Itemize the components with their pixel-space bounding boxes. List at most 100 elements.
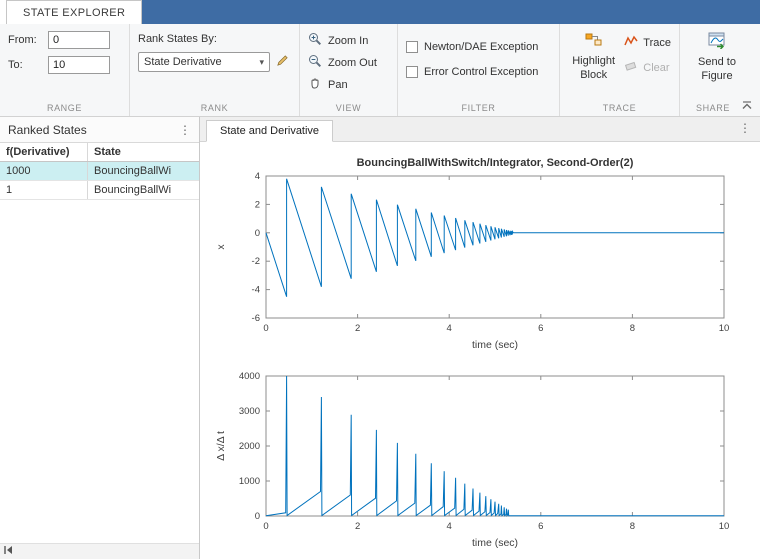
ranked-states-title: Ranked States (8, 123, 87, 137)
share-caption: SHARE (688, 101, 738, 114)
error-control-checkbox[interactable] (406, 66, 418, 78)
x-axis-label: time (sec) (472, 537, 518, 549)
state-explorer-app: STATE EXPLORER From: To: RANGE Rank Stat… (0, 0, 760, 559)
ranked-states-panel: Ranked States ⋮ f(Derivative) State 1000… (0, 117, 200, 559)
cell-state: BouncingBallWi (88, 181, 199, 199)
svg-text:0: 0 (255, 228, 260, 239)
svg-text:8: 8 (630, 521, 635, 532)
state-and-derivative-panel: State and Derivative ⋮ 0246810-6-4-2024B… (200, 117, 760, 559)
svg-text:6: 6 (538, 521, 543, 532)
zoom-out-button[interactable]: Zoom Out (308, 53, 389, 72)
cell-derivative: 1000 (0, 162, 88, 180)
ranked-states-menu-icon[interactable]: ⋮ (179, 123, 191, 137)
chevron-down-icon: ▾ (259, 57, 264, 68)
clear-label: Clear (643, 62, 669, 74)
chart-title: BouncingBallWithSwitch/Integrator, Secon… (357, 157, 634, 169)
highlight-block-icon (585, 32, 603, 51)
newton-dae-label: Newton/DAE Exception (424, 41, 538, 53)
edit-rank-icon[interactable] (276, 54, 289, 70)
trace-label: Trace (643, 37, 671, 49)
ranked-states-empty-area (0, 200, 199, 543)
pan-label: Pan (328, 79, 348, 91)
section-rank: Rank States By: State Derivative ▾ RANK (130, 24, 300, 116)
table-row[interactable]: 1 BouncingBallWi (0, 181, 199, 200)
state-chart[interactable]: 0246810-6-4-2024BouncingBallWithSwitch/I… (208, 146, 744, 358)
collapse-panel-icon[interactable] (3, 545, 13, 558)
from-label: From: (8, 34, 44, 46)
tab-state-and-derivative[interactable]: State and Derivative (206, 120, 333, 142)
figure-area: 0246810-6-4-2024BouncingBallWithSwitch/I… (200, 142, 760, 559)
error-control-checkbox-row[interactable]: Error Control Exception (406, 63, 551, 81)
ranked-states-table-header: f(Derivative) State (0, 143, 199, 162)
cell-state: BouncingBallWi (88, 162, 199, 180)
section-range: From: To: RANGE (0, 24, 130, 116)
svg-text:0: 0 (263, 521, 268, 532)
axes-box (266, 176, 724, 318)
ranked-states-bottom-bar (0, 543, 199, 559)
svg-text:4: 4 (447, 323, 452, 334)
section-trace: Highlight Block Trace (560, 24, 680, 116)
svg-text:-2: -2 (252, 256, 260, 267)
pan-button[interactable]: Pan (308, 75, 389, 94)
send-to-figure-icon (707, 32, 727, 52)
column-header-state[interactable]: State (88, 143, 199, 161)
ribbon-toolstrip: From: To: RANGE Rank States By: State De… (0, 24, 760, 117)
svg-text:2: 2 (255, 199, 260, 210)
svg-text:3000: 3000 (239, 406, 260, 417)
zoom-out-label: Zoom Out (328, 57, 377, 69)
newton-dae-checkbox[interactable] (406, 41, 418, 53)
svg-text:6: 6 (538, 323, 543, 334)
svg-text:0: 0 (255, 511, 260, 522)
zoom-in-label: Zoom In (328, 35, 368, 47)
table-row[interactable]: 1000 BouncingBallWi (0, 162, 199, 181)
clear-eraser-icon (624, 60, 638, 75)
trace-icon (624, 35, 638, 50)
newton-dae-checkbox-row[interactable]: Newton/DAE Exception (406, 38, 551, 56)
view-caption: VIEW (308, 101, 389, 114)
range-caption: RANGE (8, 101, 121, 114)
column-header-derivative[interactable]: f(Derivative) (0, 143, 88, 161)
svg-text:2: 2 (355, 521, 360, 532)
svg-text:2: 2 (355, 323, 360, 334)
rank-states-by-label: Rank States By: (138, 33, 291, 45)
svg-text:8: 8 (630, 323, 635, 334)
to-input[interactable] (48, 56, 110, 74)
titlebar: STATE EXPLORER (0, 0, 760, 24)
axes-box (266, 376, 724, 516)
highlight-block-label: Highlight Block (568, 54, 619, 83)
trace-caption: TRACE (568, 101, 671, 114)
to-label: To: (8, 59, 44, 71)
y-axis-label: Δ x/Δ t (215, 431, 227, 461)
svg-text:2000: 2000 (239, 441, 260, 452)
rank-states-dropdown[interactable]: State Derivative ▾ (138, 52, 270, 72)
rank-caption: RANK (138, 101, 291, 114)
derivative-chart[interactable]: 024681001000200030004000time (sec)Δ x/Δ … (208, 364, 744, 556)
trace-button[interactable]: Trace (624, 35, 671, 50)
collapse-toolstrip-button[interactable] (739, 98, 755, 112)
section-filter: Newton/DAE Exception Error Control Excep… (398, 24, 560, 116)
tab-state-explorer[interactable]: STATE EXPLORER (6, 0, 142, 24)
send-to-figure-button[interactable]: Send to Figure (688, 31, 746, 84)
chart-panel-menu-icon[interactable]: ⋮ (739, 121, 751, 135)
from-input[interactable] (48, 31, 110, 49)
svg-text:-4: -4 (252, 285, 260, 296)
svg-text:4: 4 (447, 521, 452, 532)
send-to-figure-label: Send to Figure (688, 55, 746, 84)
chart-tabbar: State and Derivative ⋮ (200, 117, 760, 142)
zoom-in-button[interactable]: Zoom In (308, 31, 389, 50)
svg-text:4: 4 (255, 171, 260, 182)
rank-states-selected: State Derivative (144, 56, 222, 68)
section-view: Zoom In Zoom Out Pan (300, 24, 398, 116)
zoom-in-icon (308, 32, 322, 49)
pan-hand-icon (308, 76, 322, 93)
error-control-label: Error Control Exception (424, 66, 538, 78)
svg-text:0: 0 (263, 323, 268, 334)
zoom-out-icon (308, 54, 322, 71)
main-area: Ranked States ⋮ f(Derivative) State 1000… (0, 117, 760, 559)
y-axis-label: x (215, 244, 227, 250)
clear-button[interactable]: Clear (624, 60, 671, 75)
titlebar-fill (142, 0, 760, 24)
svg-text:-6: -6 (252, 313, 260, 324)
highlight-block-button[interactable]: Highlight Block (568, 31, 619, 83)
collapse-toolstrip-icon (741, 100, 753, 110)
